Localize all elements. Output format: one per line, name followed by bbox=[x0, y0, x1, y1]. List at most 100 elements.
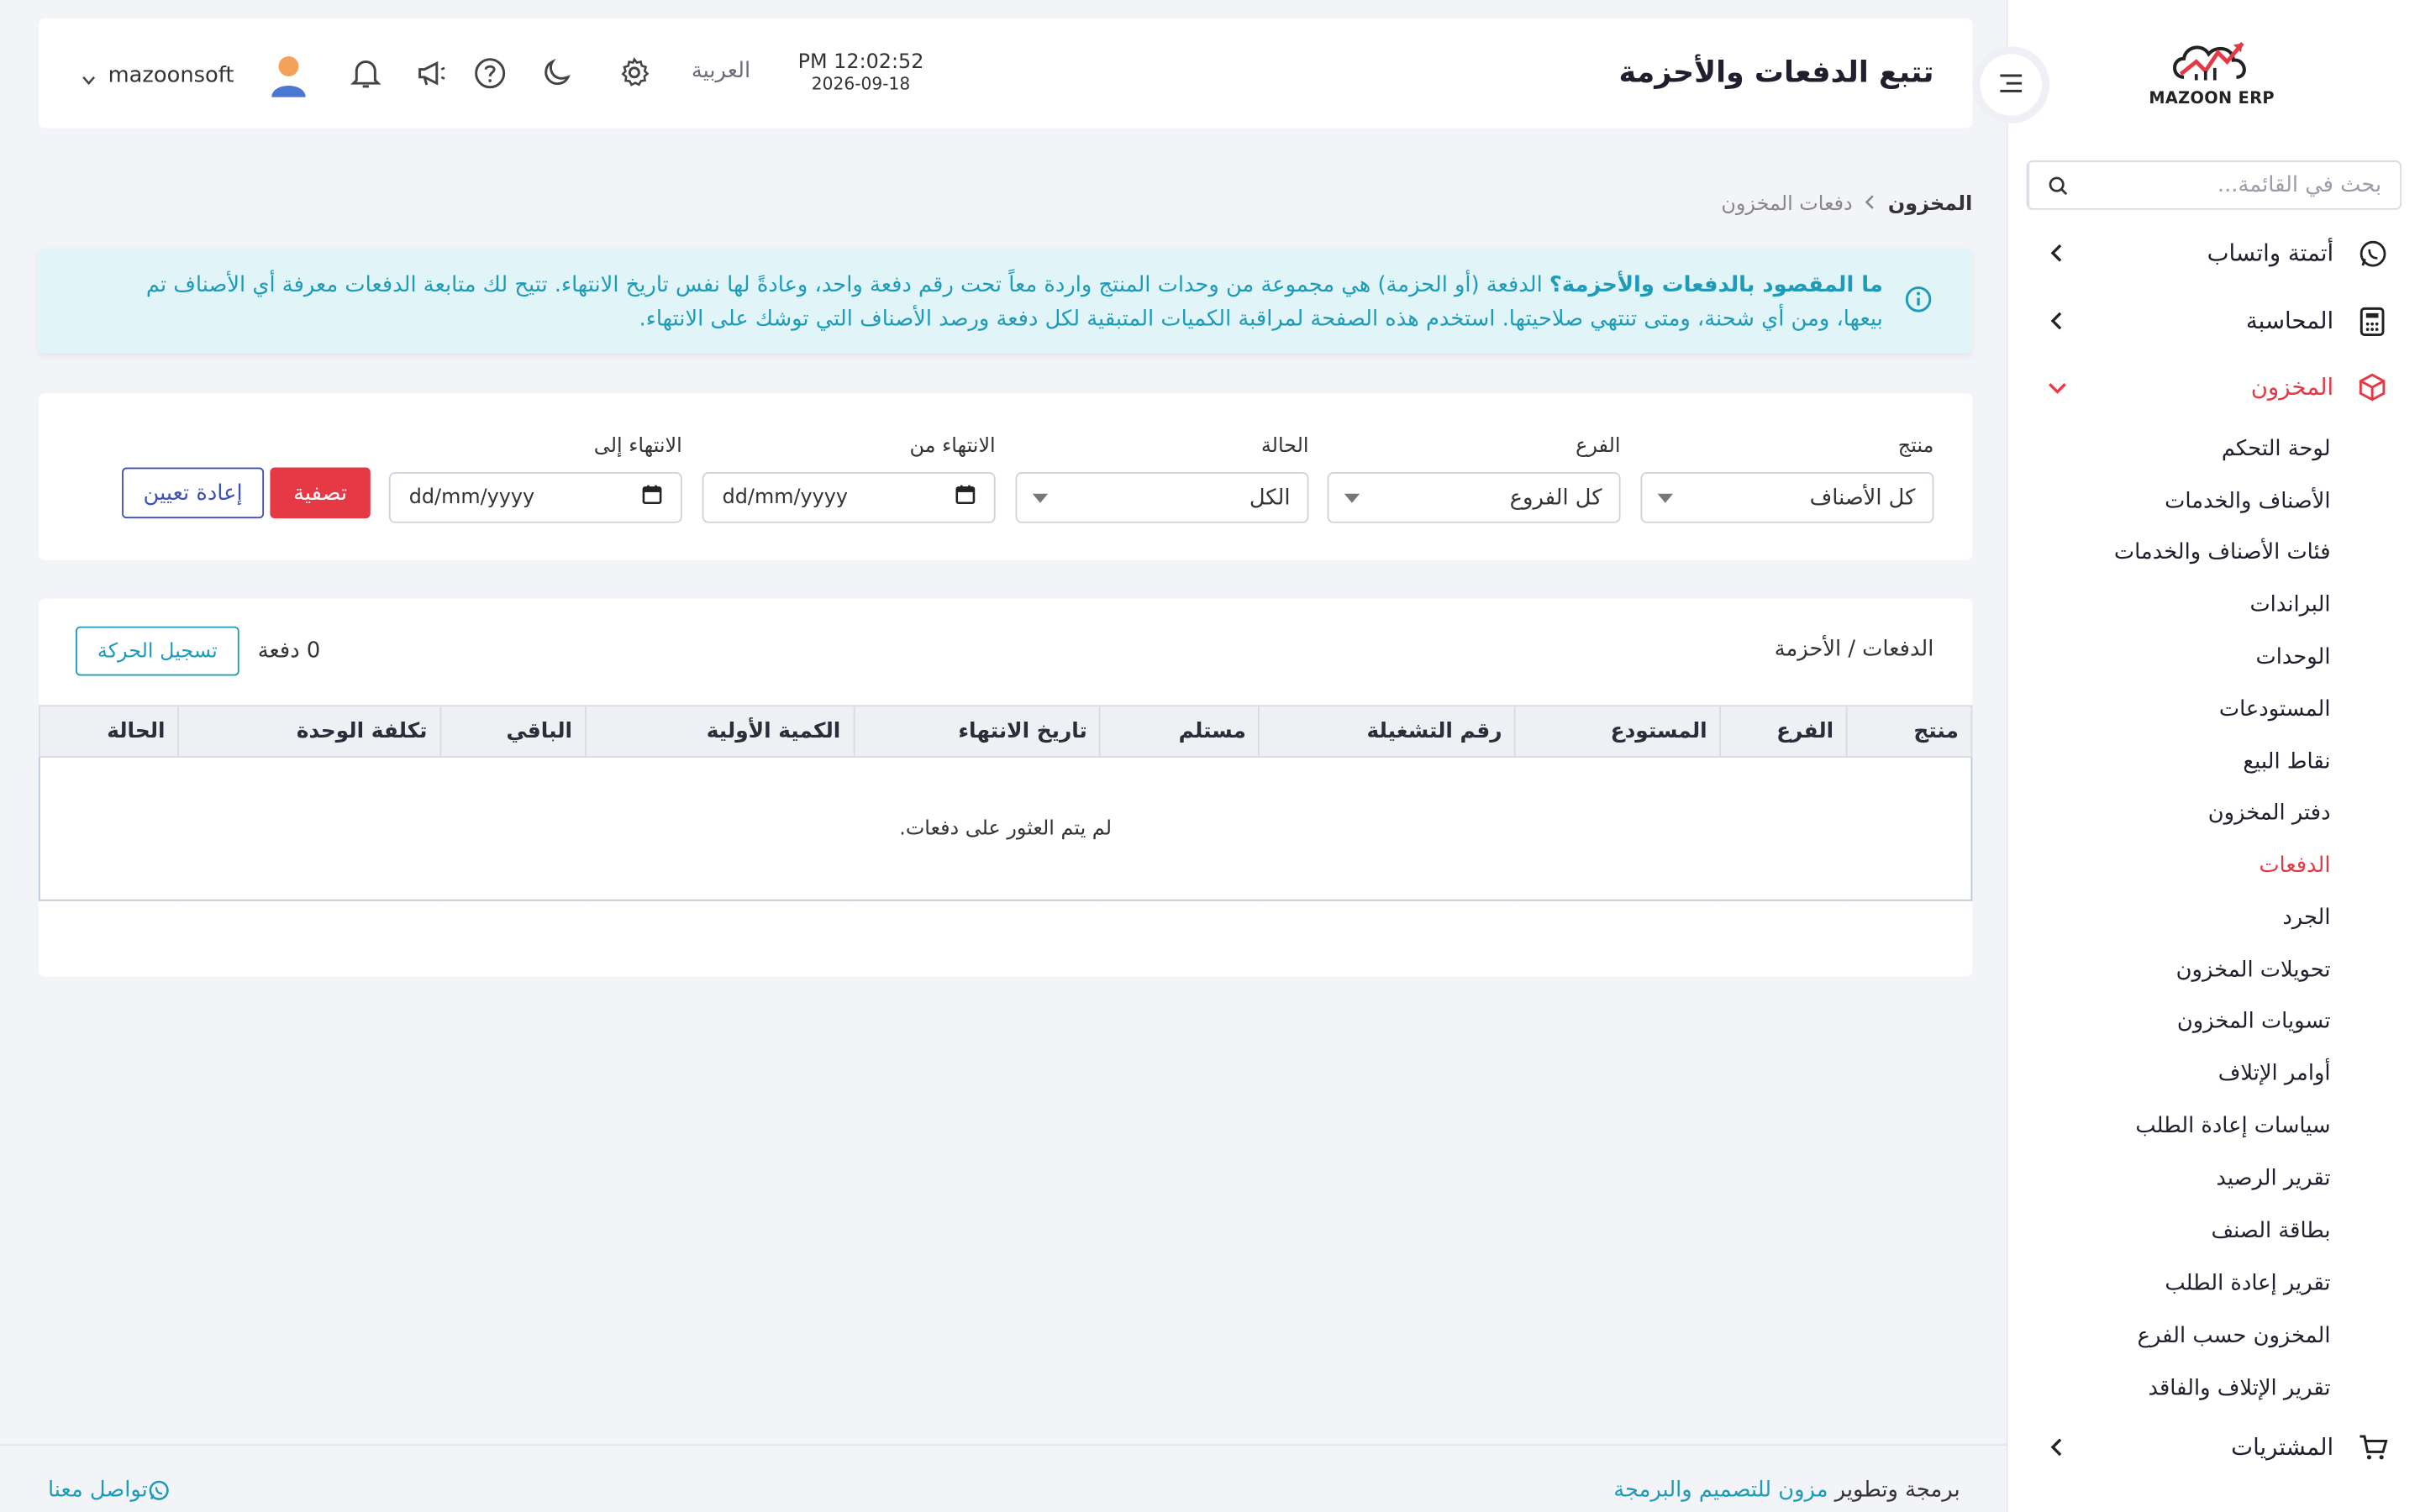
sidebar-item-brands[interactable]: البراندات bbox=[2249, 585, 2330, 625]
sidebar-group-purchases[interactable]: المشتريات bbox=[2008, 1416, 2420, 1478]
expiry-from-input[interactable]: dd/mm/yyyy bbox=[702, 472, 996, 523]
product-filter-label: منتج bbox=[1897, 434, 1934, 459]
table-header-row: منتج الفرع المستودع رقم التشغيلة مستلم ت… bbox=[38, 705, 1973, 758]
movement-log-button[interactable]: تسجيل الحركة bbox=[75, 626, 239, 676]
table-empty-row: لم يتم العثور على دفعات. bbox=[38, 755, 1973, 901]
logo-graphic bbox=[2172, 41, 2246, 81]
expiry-to-input[interactable]: dd/mm/yyyy bbox=[388, 472, 682, 523]
batch-count: 0 دفعة bbox=[257, 638, 321, 664]
whatsapp-icon bbox=[148, 1479, 170, 1501]
calculator-icon bbox=[2355, 304, 2389, 338]
chevron-left-icon bbox=[2047, 310, 2069, 332]
search-icon[interactable] bbox=[2028, 161, 2086, 208]
developer-prefix: برمجة وتطوير bbox=[1834, 1478, 1960, 1503]
breadcrumb: المخزون دفعات المخزون bbox=[1721, 193, 1972, 217]
sidebar-item-item-categories[interactable]: فئات الأصناف والخدمات bbox=[2114, 533, 2331, 573]
batches-table: منتج الفرع المستودع رقم التشغيلة مستلم ت… bbox=[38, 705, 1973, 901]
calendar-icon[interactable] bbox=[642, 485, 662, 511]
sidebar-group-label: المخزون bbox=[2250, 373, 2334, 402]
sidebar-item-reorder-report[interactable]: تقرير إعادة الطلب bbox=[2165, 1263, 2330, 1304]
branch-filter-label: الفرع bbox=[1576, 434, 1621, 459]
help-icon[interactable] bbox=[469, 52, 509, 92]
language-switch[interactable]: العربية bbox=[692, 59, 750, 83]
col-initial-qty[interactable]: الكمية الأولية bbox=[584, 705, 855, 758]
app-root: MAZOON ERP أتمتة واتساب المحاسبة bbox=[0, 0, 2420, 1512]
megaphone-icon[interactable] bbox=[411, 52, 451, 92]
batches-table-card: الدفعات / الأحزمة 0 دفعة تسجيل الحركة من… bbox=[38, 598, 1973, 977]
sidebar-group-accounting[interactable]: المحاسبة bbox=[2008, 290, 2420, 351]
col-warehouse[interactable]: المستودع bbox=[1514, 705, 1722, 758]
breadcrumb-root[interactable]: المخزون bbox=[1888, 193, 1972, 217]
table-title: الدفعات / الأحزمة bbox=[1774, 637, 1934, 662]
col-unit-cost[interactable]: تكلفة الوحدة bbox=[177, 705, 442, 758]
info-icon bbox=[1905, 286, 1933, 313]
caret-down-icon bbox=[1344, 493, 1360, 503]
box-icon bbox=[2355, 370, 2389, 404]
sidebar-item-reorder-policies[interactable]: سياسات إعادة الطلب bbox=[2135, 1106, 2330, 1147]
sidebar-group-whatsapp[interactable]: أتمتة واتساب bbox=[2008, 222, 2420, 283]
product-filter-select[interactable]: كل الأصناف bbox=[1640, 472, 1934, 523]
whatsapp-icon bbox=[2355, 236, 2389, 270]
chevron-down-icon bbox=[82, 61, 96, 91]
sidebar-group-label: المشتريات bbox=[2231, 1433, 2334, 1462]
reset-button[interactable]: إعادة تعيين bbox=[122, 467, 265, 519]
sidebar-item-disposal-report[interactable]: تقرير الإتلاف والفاقد bbox=[2148, 1368, 2330, 1409]
sidebar-item-batches[interactable]: الدفعات bbox=[2259, 846, 2330, 886]
sidebar-group-inventory[interactable]: المخزون bbox=[2008, 356, 2420, 417]
col-received[interactable]: مستلم bbox=[1099, 705, 1260, 758]
info-alert-heading: ما المقصود بالدفعات والأحزمة؟ bbox=[1549, 273, 1883, 298]
moon-icon[interactable] bbox=[537, 52, 577, 92]
clock-time: PM 12:02:52 bbox=[797, 50, 924, 75]
avatar bbox=[268, 54, 308, 97]
sidebar-item-item-card[interactable]: بطاقة الصنف bbox=[2211, 1211, 2330, 1252]
sidebar-item-warehouses[interactable]: المستودعات bbox=[2219, 690, 2331, 730]
status-filter-select[interactable]: الكل bbox=[1015, 472, 1309, 523]
sidebar-item-dashboard[interactable]: لوحة التحكم bbox=[2222, 429, 2331, 470]
chevron-left-icon bbox=[1865, 193, 1876, 217]
sidebar-item-stocktake[interactable]: الجرد bbox=[2282, 898, 2330, 938]
contact-us-link[interactable]: تواصل معنا bbox=[48, 1478, 182, 1503]
date-placeholder: dd/mm/yyyy bbox=[408, 486, 535, 510]
expiry-to-label: الانتهاء إلى bbox=[593, 434, 682, 459]
bell-icon[interactable] bbox=[345, 52, 386, 92]
filter-button[interactable]: تصفية bbox=[270, 467, 371, 519]
col-lot-number[interactable]: رقم التشغيلة bbox=[1258, 705, 1517, 758]
contact-us-label: تواصل معنا bbox=[47, 1478, 148, 1503]
sidebar-search-input[interactable] bbox=[2086, 161, 2401, 208]
brand-logo[interactable]: MAZOON ERP bbox=[2142, 34, 2281, 114]
developer-credit: برمجة وتطوير مزون للتصميم والبرمجة bbox=[1613, 1478, 1960, 1503]
clock-date: 2026-09-18 bbox=[811, 74, 911, 95]
sidebar-item-pos[interactable]: نقاط البيع bbox=[2243, 742, 2330, 782]
caret-down-icon bbox=[1657, 493, 1674, 503]
sidebar-item-units[interactable]: الوحدات bbox=[2255, 638, 2330, 678]
col-product[interactable]: منتج bbox=[1845, 705, 1973, 758]
clock: PM 12:02:52 2026-09-18 bbox=[797, 50, 924, 95]
product-filter-value: كل الأصناف bbox=[1809, 485, 1916, 511]
date-placeholder: dd/mm/yyyy bbox=[722, 486, 849, 510]
calendar-icon[interactable] bbox=[955, 485, 976, 511]
branch-filter-select[interactable]: كل الفروع bbox=[1327, 472, 1621, 523]
user-menu[interactable]: mazoonsoft bbox=[82, 52, 308, 98]
gear-icon[interactable] bbox=[614, 52, 655, 92]
chevron-down-icon bbox=[2047, 376, 2069, 398]
sidebar-item-transfers[interactable]: تحويلات المخزون bbox=[2176, 950, 2331, 990]
filter-card: منتج كل الأصناف الفرع كل الفروع الحالة ا… bbox=[38, 393, 1973, 560]
sidebar-item-adjustments[interactable]: تسويات المخزون bbox=[2177, 1001, 2331, 1042]
footer: برمجة وتطوير مزون للتصميم والبرمجة تواصل… bbox=[0, 1444, 2007, 1512]
sidebar-item-balance-report[interactable]: تقرير الرصيد bbox=[2216, 1158, 2330, 1199]
sidebar-toggle-button[interactable] bbox=[1972, 46, 2050, 123]
sidebar-item-items-services[interactable]: الأصناف والخدمات bbox=[2165, 481, 2330, 522]
sidebar-item-disposal-orders[interactable]: أوامر الإتلاف bbox=[2218, 1053, 2331, 1094]
col-status[interactable]: الحالة bbox=[38, 705, 180, 758]
sidebar-search bbox=[2026, 160, 2402, 210]
sidebar-group-label: أتمتة واتساب bbox=[2207, 239, 2334, 267]
status-filter-value: الكل bbox=[1249, 485, 1291, 511]
sidebar-item-stock-ledger[interactable]: دفتر المخزون bbox=[2208, 793, 2331, 833]
expiry-from-label: الانتهاء من bbox=[909, 434, 996, 459]
col-expiry-date[interactable]: تاريخ الانتهاء bbox=[852, 705, 1102, 758]
col-remaining[interactable]: الباقي bbox=[439, 705, 587, 758]
col-branch[interactable]: الفرع bbox=[1719, 705, 1848, 758]
sidebar-group-label: المحاسبة bbox=[2245, 307, 2334, 335]
developer-link[interactable]: مزون للتصميم والبرمجة bbox=[1613, 1478, 1828, 1503]
sidebar-item-stock-by-branch[interactable]: المخزون حسب الفرع bbox=[2138, 1316, 2331, 1357]
